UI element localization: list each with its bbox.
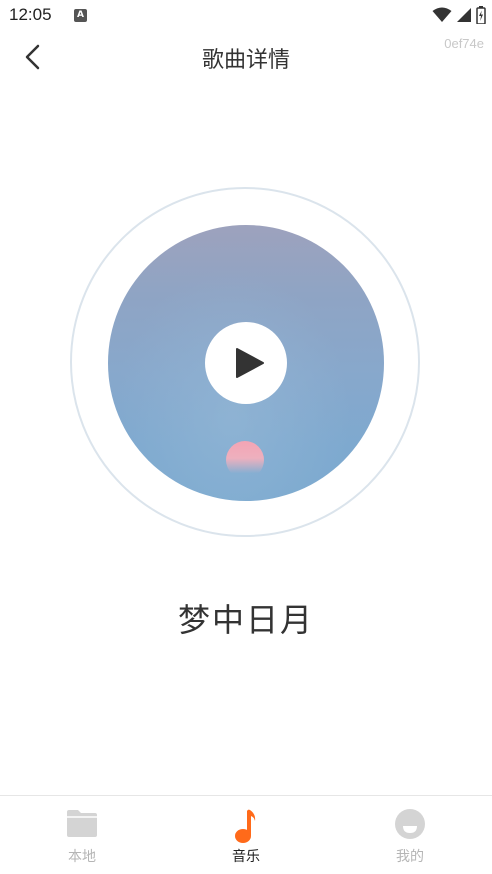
battery-icon xyxy=(476,6,486,24)
nav-item-music[interactable]: 音乐 xyxy=(164,796,328,874)
wifi-icon xyxy=(432,7,452,22)
signal-icon xyxy=(457,8,471,22)
bottom-nav: 本地 音乐 我的 xyxy=(0,795,492,874)
status-icons xyxy=(432,6,486,24)
sun-graphic xyxy=(226,441,264,479)
nav-label-music: 音乐 xyxy=(232,849,260,865)
song-name: 梦中日月 xyxy=(177,601,314,639)
play-button[interactable] xyxy=(205,322,287,404)
profile-icon xyxy=(395,809,425,839)
hash-label: 0ef74e xyxy=(444,36,484,51)
nav-label-local: 本地 xyxy=(68,849,96,865)
play-icon xyxy=(236,348,264,378)
music-note-icon xyxy=(235,809,256,843)
nav-item-mine[interactable]: 我的 xyxy=(328,796,492,874)
folder-icon xyxy=(67,810,97,837)
status-time: 12:05 xyxy=(9,5,52,24)
nav-label-mine: 我的 xyxy=(396,849,424,865)
status-bar: 12:05 A xyxy=(0,0,492,32)
page-title: 歌曲详情 xyxy=(201,48,290,73)
notification-app-icon: A xyxy=(74,9,87,22)
title-bar: 歌曲详情 0ef74e xyxy=(0,32,492,82)
song-detail-screen: 12:05 A 歌曲详情 0ef74e 梦中日月 本地 音乐 我的 xyxy=(0,0,492,874)
nav-item-local[interactable]: 本地 xyxy=(0,796,164,874)
